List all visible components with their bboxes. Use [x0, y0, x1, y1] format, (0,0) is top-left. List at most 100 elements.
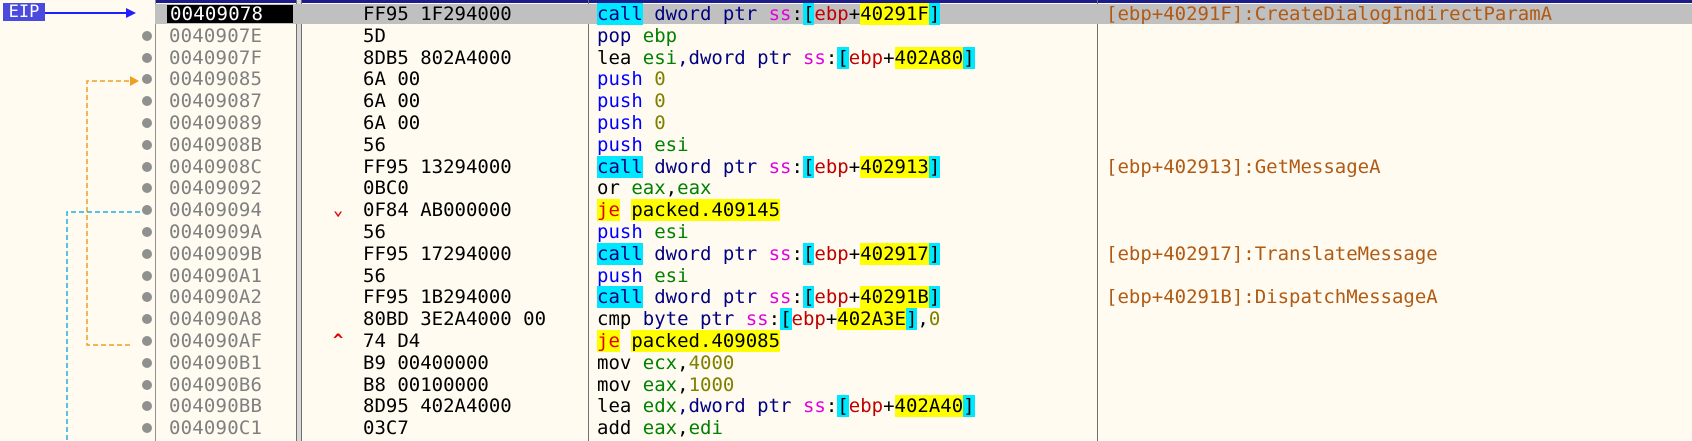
- address: 0040907F: [169, 46, 263, 69]
- opcode-bytes: B9 00400000: [363, 351, 489, 374]
- instruction-token: ss: [802, 395, 826, 418]
- breakpoint-dot[interactable]: [142, 357, 152, 368]
- instruction-token: :: [791, 3, 803, 25]
- instruction-token: ]: [963, 395, 975, 418]
- instruction-token: ss: [768, 155, 792, 178]
- instruction-token: [631, 47, 642, 69]
- instruction-token: 0: [928, 308, 941, 331]
- instruction-token: push: [597, 133, 643, 156]
- disassembly-view[interactable]: EIP 00409078 FF95 1F294000 call dword ptr …: [0, 0, 1692, 441]
- instruction-row[interactable]: 004090B6 B8 00100000 mov eax,1000: [0, 374, 1692, 396]
- instruction-row[interactable]: 004090C1 03C7 add eax,edi: [0, 417, 1692, 439]
- instruction-token: [620, 199, 631, 221]
- instruction-token: ebp: [848, 46, 884, 69]
- instruction-token: esi: [654, 221, 689, 243]
- instruction-token: :: [825, 395, 838, 418]
- breakpoint-dot[interactable]: [142, 74, 152, 85]
- breakpoint-dot[interactable]: [142, 270, 152, 281]
- breakpoint-dot[interactable]: [142, 379, 152, 390]
- instruction-token: +: [848, 242, 861, 265]
- address: 004090A8: [169, 308, 263, 331]
- instruction-text: or eax,eax: [597, 177, 711, 199]
- instruction-row[interactable]: 004090BB 8D95 402A4000 lea edx,dword ptr s…: [0, 395, 1692, 418]
- instruction-token: ,: [677, 351, 689, 374]
- jump-down-icon: ⌄: [333, 200, 344, 221]
- breakpoint-dot[interactable]: [142, 292, 152, 303]
- instruction-text: push 0: [597, 68, 666, 90]
- instruction-row[interactable]: 004090AF ^ 74 D4 je packed.409085: [0, 330, 1692, 352]
- instruction-row[interactable]: 00409092 0BC0 or eax,eax: [0, 177, 1692, 199]
- opcode-bytes: FF95 13294000: [363, 155, 512, 178]
- instruction-token: [: [802, 242, 815, 265]
- instruction-row[interactable]: 00409087 6A 00 push 0: [0, 90, 1692, 112]
- instruction-text: push 0: [597, 112, 666, 134]
- address: 004090C1: [169, 417, 263, 440]
- instruction-token: +: [883, 395, 895, 418]
- instruction-token: ,: [677, 373, 689, 396]
- instruction-token: eax: [631, 177, 666, 200]
- instruction-token: edi: [688, 417, 723, 440]
- instruction-row[interactable]: 00409085 6A 00 push 0: [0, 68, 1692, 90]
- instruction-token: ebp: [814, 3, 849, 25]
- instruction-token: call: [597, 155, 643, 178]
- breakpoint-dot[interactable]: [142, 205, 152, 216]
- instruction-row[interactable]: 00409094 ⌄ 0F84 AB000000 je packed.409145: [0, 199, 1692, 222]
- instruction-token: cmp: [597, 308, 632, 331]
- breakpoint-dot[interactable]: [142, 314, 152, 325]
- instruction-token: ,dword ptr: [677, 46, 803, 69]
- breakpoint-dot[interactable]: [142, 227, 152, 237]
- instruction-token: [631, 417, 642, 439]
- instruction-token: push: [597, 68, 643, 91]
- address: 00409085: [169, 68, 263, 91]
- comment: [ebp+40291F]:CreateDialogIndirectParamA: [1106, 3, 1553, 25]
- breakpoint-dot[interactable]: [142, 30, 152, 41]
- instruction-row[interactable]: 00409078 FF95 1F294000 call dword ptr ss:[…: [0, 3, 1692, 25]
- instruction-token: 402A40: [894, 395, 964, 418]
- breakpoint-dot[interactable]: [142, 52, 152, 63]
- instruction-token: 402917: [860, 242, 929, 265]
- opcode-bytes: 0F84 AB000000: [363, 199, 512, 222]
- instruction-token: +: [825, 308, 838, 331]
- breakpoint-dot[interactable]: [142, 183, 152, 194]
- instruction-token: call: [597, 286, 643, 309]
- instruction-token: :: [791, 242, 803, 265]
- instruction-row[interactable]: 004090B1 B9 00400000 mov ecx,4000: [0, 352, 1692, 374]
- instruction-token: eax: [642, 373, 678, 396]
- instruction-token: :: [825, 46, 838, 69]
- instruction-token: push: [597, 221, 643, 243]
- instruction-token: byte ptr: [631, 308, 746, 331]
- instruction-token: 40291B: [860, 286, 929, 309]
- instruction-row[interactable]: 004090A8 80BD 3E2A4000 00 cmp byte ptr ss:…: [0, 308, 1692, 331]
- instruction-token: [631, 352, 642, 374]
- instruction-text: pop ebp: [597, 25, 677, 47]
- instruction-row[interactable]: 00409089 6A 00 push 0: [0, 112, 1692, 134]
- instruction-text: push 0: [597, 90, 666, 112]
- opcode-bytes: FF95 1F294000: [363, 3, 512, 25]
- breakpoint-dot[interactable]: [142, 248, 152, 259]
- instruction-token: esi: [654, 133, 689, 156]
- instruction-row[interactable]: 0040908C FF95 13294000 call dword ptr ss:[…: [0, 155, 1692, 178]
- breakpoint-dot[interactable]: [142, 161, 152, 172]
- breakpoint-dot[interactable]: [142, 96, 152, 107]
- address: 004090AF: [169, 330, 263, 352]
- breakpoint-dot[interactable]: [142, 118, 152, 128]
- opcode-bytes: B8 00100000: [363, 373, 489, 396]
- instruction-row[interactable]: 0040907F 8DB5 802A4000 lea esi,dword ptr s…: [0, 46, 1692, 69]
- breakpoint-dot[interactable]: [142, 139, 152, 150]
- instruction-token: [643, 221, 654, 243]
- instruction-row[interactable]: 0040909A 56 push esi: [0, 221, 1692, 243]
- instruction-row[interactable]: 004090A2 FF95 1B294000 call dword ptr ss:[…: [0, 286, 1692, 309]
- instruction-row[interactable]: 0040909B FF95 17294000 call dword ptr ss:[…: [0, 242, 1692, 265]
- instruction-token: [643, 134, 654, 156]
- instruction-token: ]: [928, 242, 941, 265]
- breakpoint-dot[interactable]: [142, 336, 152, 346]
- instruction-token: +: [848, 286, 861, 309]
- instruction-token: [631, 374, 642, 396]
- instruction-token: ]: [905, 308, 918, 331]
- breakpoint-dot[interactable]: [142, 423, 152, 434]
- opcode-bytes: 5D: [363, 24, 386, 47]
- breakpoint-dot[interactable]: [142, 401, 152, 412]
- instruction-row[interactable]: 0040908B 56 push esi: [0, 134, 1692, 156]
- instruction-row[interactable]: 0040907E 5D pop ebp: [0, 25, 1692, 47]
- instruction-row[interactable]: 004090A1 56 push esi: [0, 265, 1692, 287]
